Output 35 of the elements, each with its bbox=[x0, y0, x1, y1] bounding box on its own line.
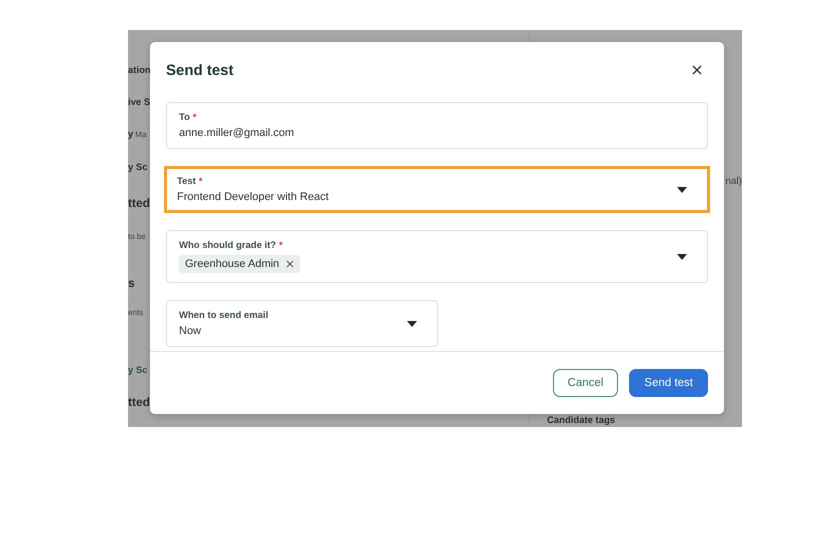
background-text: ation bbox=[128, 64, 151, 76]
caret-icon[interactable] bbox=[407, 320, 417, 326]
field-value: Frontend Developer with React bbox=[177, 191, 330, 203]
field-label: To bbox=[179, 112, 190, 123]
background-text: to be bbox=[128, 232, 146, 240]
background-text: tted bbox=[128, 196, 150, 210]
required-mark: * bbox=[198, 176, 202, 186]
remove-icon[interactable] bbox=[286, 260, 294, 268]
background-text: tted bbox=[128, 395, 150, 409]
background-text: nal) bbox=[725, 176, 742, 187]
background-text: Ma bbox=[135, 130, 146, 138]
required-mark: * bbox=[279, 240, 283, 250]
cancel-button[interactable]: Cancel bbox=[552, 369, 618, 397]
background-text: y Sc bbox=[128, 162, 148, 172]
background-text: s bbox=[128, 276, 135, 290]
required-mark: * bbox=[192, 112, 196, 122]
background-text: ents bbox=[128, 308, 144, 316]
tag-chip[interactable]: Greenhouse Admin bbox=[179, 255, 300, 273]
field-label: Test bbox=[177, 176, 196, 187]
select-field[interactable]: Who should grade it? * Greenhouse Admin bbox=[166, 230, 708, 283]
dialog-title: Send test bbox=[166, 62, 234, 78]
input-field[interactable]: To * anne.miller@gmail.com bbox=[166, 102, 708, 149]
field-value: anne.miller@gmail.com bbox=[179, 127, 296, 139]
field-value: Now bbox=[179, 325, 202, 337]
background-text: Candidate tags bbox=[547, 415, 616, 427]
field-label: Who should grade it? bbox=[179, 240, 276, 251]
send-button[interactable]: Send test bbox=[629, 369, 708, 397]
caret-icon[interactable] bbox=[677, 186, 687, 192]
background-text: ive S bbox=[128, 96, 150, 108]
field-label: When to send email bbox=[179, 310, 268, 321]
close-icon[interactable] bbox=[692, 65, 702, 75]
background-text: y bbox=[128, 128, 134, 140]
select-field[interactable]: Test * Frontend Developer with React bbox=[164, 166, 710, 213]
caret-icon[interactable] bbox=[677, 254, 687, 260]
select-field[interactable]: When to send email Now bbox=[166, 300, 438, 347]
